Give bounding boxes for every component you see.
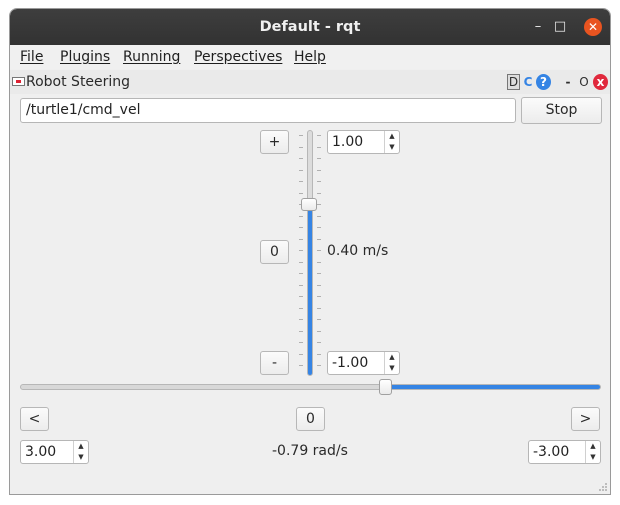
slider-tick <box>299 273 303 274</box>
menu-file[interactable]: File <box>20 45 43 69</box>
slider-tick <box>299 193 303 194</box>
decrease-linear-button[interactable]: - <box>260 351 289 375</box>
slider-tick <box>317 262 321 263</box>
slider-tick <box>317 147 321 148</box>
reload-icon[interactable]: C <box>521 74 535 90</box>
slider-tick <box>299 365 303 366</box>
slider-tick <box>299 354 303 355</box>
slider-tick <box>299 296 303 297</box>
linear-velocity-readout: 0.40 m/s <box>327 243 389 259</box>
topic-input[interactable]: /turtle1/cmd_vel <box>20 98 516 123</box>
increase-linear-button[interactable]: + <box>260 130 289 154</box>
linear-min-spinbox[interactable]: -1.00 ▲ ▼ <box>327 351 400 375</box>
slider-tick <box>299 250 303 251</box>
angular-slider-handle[interactable] <box>379 379 392 395</box>
slider-tick <box>299 262 303 263</box>
slider-tick <box>317 365 321 366</box>
turn-left-button[interactable]: < <box>20 407 49 431</box>
linear-max-spinbox[interactable]: 1.00 ▲ ▼ <box>327 130 400 154</box>
slider-tick <box>317 170 321 171</box>
slider-tick <box>299 170 303 171</box>
reset-linear-button[interactable]: 0 <box>260 240 289 264</box>
help-icon[interactable]: ? <box>536 74 551 90</box>
linear-min-value: -1.00 <box>332 355 369 371</box>
menu-bar: File Plugins Running Perspectives Help <box>10 45 610 69</box>
d-icon[interactable]: D <box>507 74 520 90</box>
close-window-button[interactable]: ✕ <box>584 18 602 36</box>
window-title: Default - rqt <box>259 19 361 35</box>
angular-slider-fill <box>385 385 600 389</box>
spin-arrows-icon[interactable]: ▲ ▼ <box>384 131 399 153</box>
spin-arrows-icon[interactable]: ▲ ▼ <box>384 352 399 374</box>
slider-tick <box>317 342 321 343</box>
menu-perspectives[interactable]: Perspectives <box>194 45 282 69</box>
spin-arrows-icon[interactable]: ▲ ▼ <box>585 441 600 463</box>
slider-tick <box>317 308 321 309</box>
slider-tick <box>317 216 321 217</box>
slider-tick <box>299 147 303 148</box>
turn-right-button[interactable]: > <box>571 407 600 431</box>
rqt-window: Default - rqt – □ ✕ File Plugins Running… <box>9 8 611 495</box>
plugin-header: Robot Steering D C ? - O x <box>10 70 610 94</box>
angular-left-limit-value: 3.00 <box>25 444 57 460</box>
slider-tick <box>317 181 321 182</box>
stop-button[interactable]: Stop <box>521 97 602 124</box>
slider-tick <box>317 354 321 355</box>
float-plugin-icon[interactable]: O <box>578 74 590 90</box>
slider-tick <box>299 319 303 320</box>
slider-tick <box>317 319 321 320</box>
slider-tick <box>299 342 303 343</box>
maximize-window-button[interactable]: □ <box>551 18 569 36</box>
menu-plugins[interactable]: Plugins <box>60 45 110 69</box>
slider-tick <box>299 158 303 159</box>
slider-tick <box>317 158 321 159</box>
angular-right-limit-value: -3.00 <box>533 444 570 460</box>
title-bar[interactable]: Default - rqt – □ ✕ <box>10 9 610 45</box>
slider-tick <box>299 216 303 217</box>
slider-tick <box>299 181 303 182</box>
angular-left-limit-spinbox[interactable]: 3.00 ▲ ▼ <box>20 440 89 464</box>
slider-tick <box>299 135 303 136</box>
plugin-title: Robot Steering <box>26 74 131 90</box>
menu-help[interactable]: Help <box>294 45 326 69</box>
slider-tick <box>299 331 303 332</box>
slider-tick <box>317 204 321 205</box>
spin-arrows-icon[interactable]: ▲ ▼ <box>73 441 88 463</box>
slider-tick <box>317 193 321 194</box>
minimize-window-button[interactable]: – <box>529 18 547 36</box>
linear-slider-fill <box>308 204 312 375</box>
close-plugin-icon[interactable]: x <box>593 74 608 90</box>
slider-tick <box>299 227 303 228</box>
slider-tick <box>317 135 321 136</box>
slider-tick <box>317 227 321 228</box>
slider-tick <box>317 331 321 332</box>
slider-tick <box>317 239 321 240</box>
angular-right-limit-spinbox[interactable]: -3.00 ▲ ▼ <box>528 440 601 464</box>
slider-tick <box>299 239 303 240</box>
steering-plugin-icon <box>12 77 25 86</box>
minimize-plugin-icon[interactable]: - <box>563 74 573 90</box>
resize-grip-icon[interactable] <box>598 482 608 492</box>
slider-tick <box>317 250 321 251</box>
linear-slider-handle[interactable] <box>301 198 317 211</box>
slider-tick <box>317 285 321 286</box>
slider-tick <box>299 285 303 286</box>
reset-angular-button[interactable]: 0 <box>296 407 325 431</box>
menu-running[interactable]: Running <box>123 45 180 69</box>
angular-velocity-readout: -0.79 rad/s <box>272 443 348 459</box>
slider-tick <box>317 273 321 274</box>
linear-max-value: 1.00 <box>332 134 364 150</box>
slider-tick <box>317 296 321 297</box>
slider-tick <box>299 308 303 309</box>
